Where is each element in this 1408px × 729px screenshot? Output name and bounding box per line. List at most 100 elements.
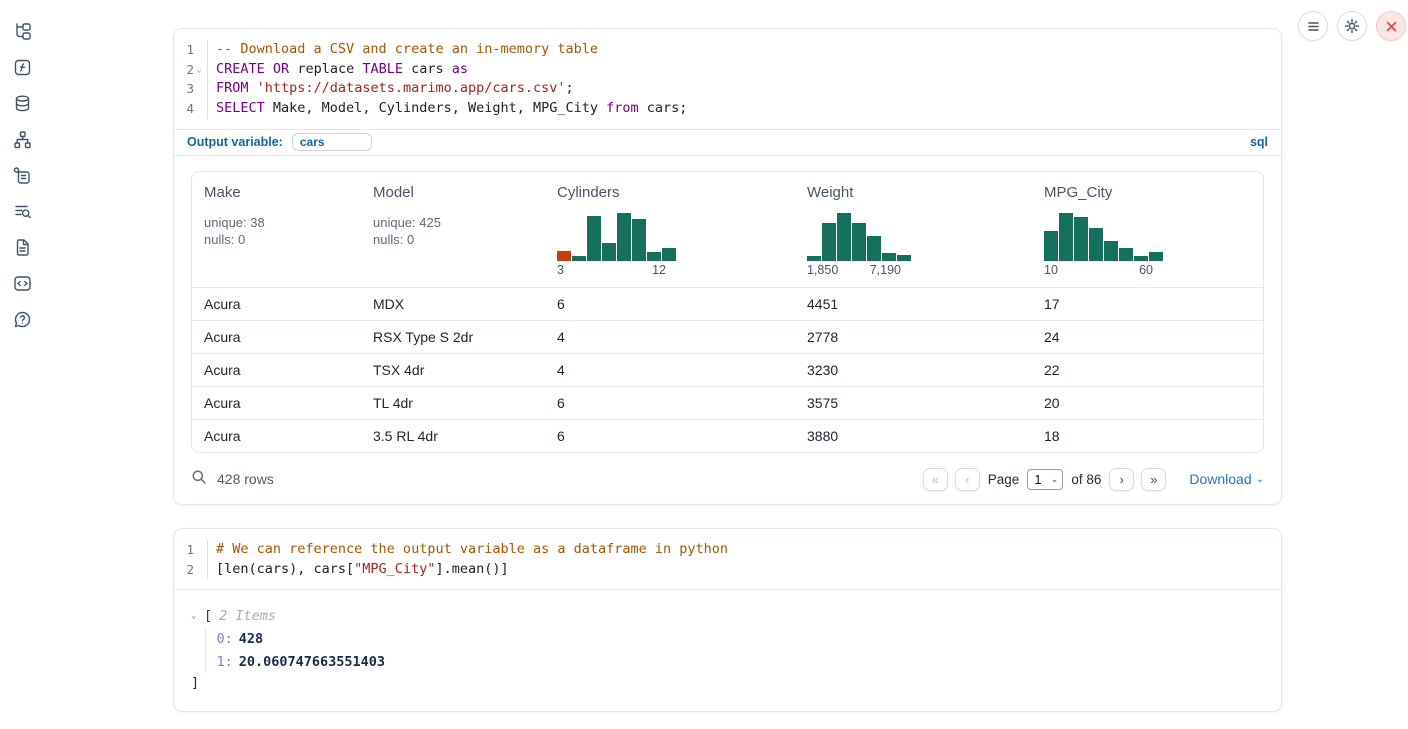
documentation-icon[interactable]	[11, 238, 33, 257]
search-icon[interactable]	[191, 469, 207, 490]
logs-icon[interactable]	[11, 166, 33, 185]
code-text: [len(cars), cars["MPG_City"].mean()]	[216, 560, 509, 580]
gutter-divider	[207, 79, 216, 99]
hamburger-icon	[1306, 19, 1321, 34]
line-number: 1	[186, 40, 194, 60]
table-cell: 17	[1032, 296, 1263, 312]
python-output-tree: ⌄ [ 2 Items 0:4281:20.060747663551403 ]	[174, 590, 1281, 693]
column-header[interactable]: Weight1,8507,190	[795, 172, 1032, 277]
histogram-bar	[572, 256, 586, 261]
download-caret-icon: ⌄	[1256, 474, 1264, 485]
line-number: 3	[186, 79, 194, 99]
table-footer: 428 rows « ‹ Page 1 ⌄ of 86 › » Download…	[174, 453, 1281, 491]
gutter-divider	[207, 540, 216, 560]
histogram-bar	[897, 255, 911, 261]
axis-max-label: 7,190	[870, 263, 901, 277]
entry-value: 20.060747663551403	[239, 654, 385, 670]
column-header[interactable]: MPG_City1060	[1032, 172, 1263, 277]
column-name: MPG_City	[1044, 184, 1263, 201]
table-header: Makeunique: 38nulls: 0Modelunique: 425nu…	[192, 172, 1263, 287]
data-table: Makeunique: 38nulls: 0Modelunique: 425nu…	[191, 171, 1264, 453]
table-cell: 3.5 RL 4dr	[361, 428, 545, 444]
prev-page-button[interactable]: ‹	[955, 468, 980, 491]
table-row[interactable]: AcuraRSX Type S 2dr4277824	[192, 320, 1263, 353]
table-cell: 3880	[795, 428, 1032, 444]
histogram-bar	[1089, 228, 1103, 261]
gutter-divider	[207, 60, 216, 80]
window-controls	[1298, 11, 1406, 41]
table-cell: Acura	[192, 296, 361, 312]
notebook-menu-button[interactable]	[1298, 11, 1328, 41]
next-page-button[interactable]: ›	[1109, 468, 1134, 491]
histogram-bar	[647, 252, 661, 261]
gutter-divider	[207, 560, 216, 580]
code-line: 2⌄CREATE OR replace TABLE cars as	[174, 60, 1281, 80]
histogram-bar	[662, 248, 676, 261]
table-row[interactable]: AcuraMDX6445117	[192, 287, 1263, 320]
histogram-bar	[1104, 241, 1118, 261]
page-select[interactable]: 1 ⌄	[1027, 469, 1063, 490]
language-badge[interactable]: sql	[1250, 135, 1268, 149]
shutdown-button[interactable]	[1376, 11, 1406, 41]
table-cell: 22	[1032, 362, 1263, 378]
output-variable-label: Output variable:	[187, 135, 283, 149]
gear-icon	[1344, 18, 1360, 34]
settings-button[interactable]	[1337, 11, 1367, 41]
histogram-bar	[617, 213, 631, 261]
column-header[interactable]: Makeunique: 38nulls: 0	[192, 172, 361, 277]
table-cell: Acura	[192, 428, 361, 444]
histogram-bar	[807, 256, 821, 261]
column-header[interactable]: Modelunique: 425nulls: 0	[361, 172, 545, 277]
python-code-editor[interactable]: 1# We can reference the output variable …	[174, 529, 1281, 589]
axis-max-label: 12	[652, 263, 666, 277]
first-page-button[interactable]: «	[923, 468, 948, 491]
code-line: 1# We can reference the output variable …	[174, 540, 1281, 560]
table-cell: RSX Type S 2dr	[361, 329, 545, 345]
histogram-bar	[837, 213, 851, 261]
sql-code-editor[interactable]: 1-- Download a CSV and create an in-memo…	[174, 29, 1281, 129]
table-cell: MDX	[361, 296, 545, 312]
datasources-icon[interactable]	[11, 94, 33, 113]
axis-min-label: 1,850	[807, 263, 838, 277]
dependency-graph-icon[interactable]	[11, 130, 33, 149]
output-variable-input[interactable]	[292, 133, 372, 151]
help-icon[interactable]	[11, 310, 33, 329]
code-line: 1-- Download a CSV and create an in-memo…	[174, 40, 1281, 60]
file-explorer-icon[interactable]	[11, 22, 33, 41]
column-histogram: 312	[557, 211, 676, 277]
histogram-bar	[587, 216, 601, 261]
code-line: 2 [len(cars), cars["MPG_City"].mean()]	[174, 560, 1281, 580]
tree-collapse-icon[interactable]: ⌄	[191, 611, 204, 621]
histogram-bar	[1119, 248, 1133, 261]
histogram-bar	[867, 236, 881, 261]
pagination: « ‹ Page 1 ⌄ of 86 › » Download ⌄	[923, 468, 1264, 491]
table-cell: 4	[545, 329, 795, 345]
fold-chevron-icon[interactable]: ⌄	[194, 65, 204, 75]
table-cell: 4	[545, 362, 795, 378]
axis-min-label: 10	[1044, 263, 1058, 277]
histogram-bar	[1074, 217, 1088, 261]
last-page-button[interactable]: »	[1141, 468, 1166, 491]
line-number: 4	[186, 99, 194, 119]
entry-key: 0:	[217, 631, 233, 647]
column-name: Model	[373, 184, 545, 201]
line-number: 2	[186, 560, 194, 580]
scratchpad-icon[interactable]	[11, 202, 33, 221]
snippets-icon[interactable]	[11, 274, 33, 293]
table-row[interactable]: AcuraTL 4dr6357520	[192, 386, 1263, 419]
entry-value: 428	[239, 631, 263, 647]
row-count: 428 rows	[217, 471, 274, 487]
tree-entry: 1:20.060747663551403	[217, 651, 1282, 674]
select-caret-icon: ⌄	[1051, 474, 1059, 485]
column-histogram: 1,850 7,190	[807, 211, 911, 277]
table-row[interactable]: Acura3.5 RL 4dr6388018	[192, 419, 1263, 452]
variables-icon[interactable]	[11, 58, 33, 77]
table-container: Makeunique: 38nulls: 0Modelunique: 425nu…	[174, 156, 1281, 453]
download-button[interactable]: Download ⌄	[1189, 471, 1264, 487]
table-cell: 3575	[795, 395, 1032, 411]
table-body: AcuraMDX6445117AcuraRSX Type S 2dr427782…	[192, 287, 1263, 452]
column-header[interactable]: Cylinders312	[545, 172, 795, 277]
code-text: CREATE OR replace TABLE cars as	[216, 60, 468, 80]
line-number: 1	[186, 540, 194, 560]
table-row[interactable]: AcuraTSX 4dr4323022	[192, 353, 1263, 386]
